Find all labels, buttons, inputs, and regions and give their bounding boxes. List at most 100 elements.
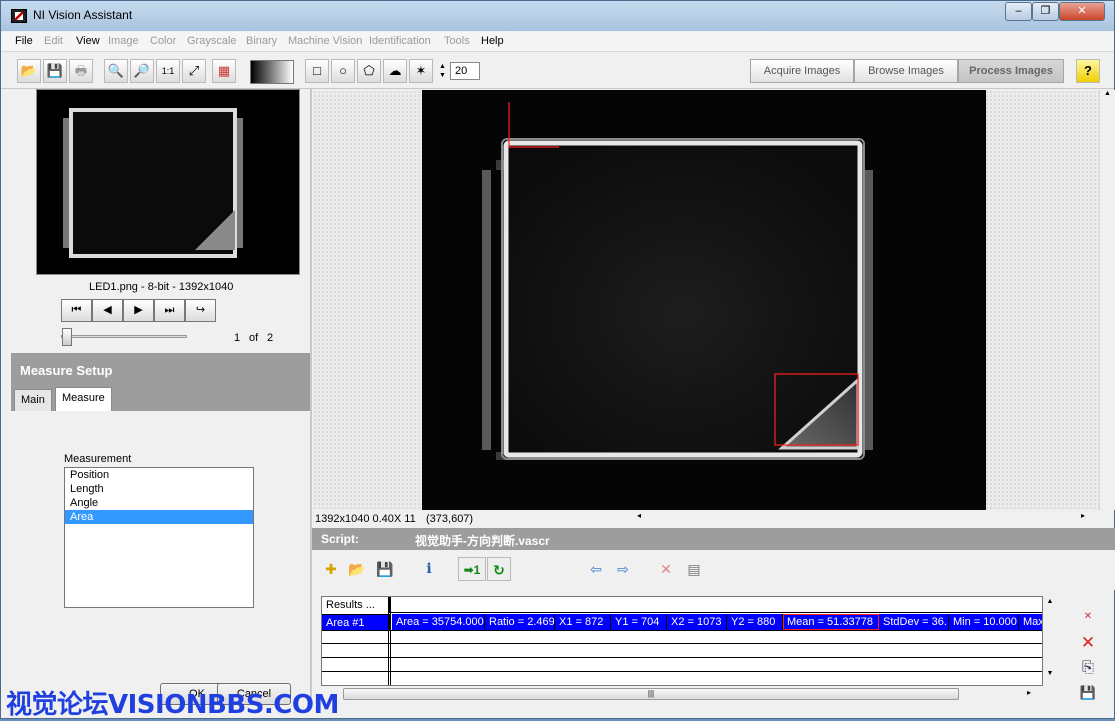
menu-identification[interactable]: Identification <box>369 35 431 47</box>
delete-step-icon[interactable]: ✕ <box>654 557 678 581</box>
cell-ratio[interactable]: Ratio = 2.469 <box>485 614 555 630</box>
step-properties-icon[interactable]: ▤ <box>682 557 706 581</box>
save-results-icon[interactable]: 💾 <box>1078 683 1098 703</box>
save-image-button[interactable]: 💾 <box>43 59 67 83</box>
menu-edit[interactable]: Edit <box>44 35 63 47</box>
list-item-angle[interactable]: Angle <box>65 496 253 510</box>
results-hscroll-right-icon[interactable]: ▸ <box>1027 688 1031 697</box>
menu-binary[interactable]: Binary <box>246 35 277 47</box>
results-table[interactable]: Results ... Area #1 Area = 35754.000 Rat… <box>321 596 1043 686</box>
open-script-icon[interactable]: 📂 <box>345 557 369 581</box>
grid-line <box>322 643 1042 644</box>
script-filename: 视觉助手-方向判断.vascr <box>415 534 550 548</box>
list-item-position[interactable]: Position <box>65 468 253 482</box>
previous-image-button[interactable]: ◀ <box>92 299 123 322</box>
line-width-input[interactable]: 20 <box>450 62 480 80</box>
main-image-view[interactable] <box>422 90 986 510</box>
cell-x2[interactable]: X2 = 1073 <box>667 614 727 630</box>
save-script-icon[interactable]: 💾 <box>373 557 397 581</box>
row-header-divider <box>388 597 391 685</box>
results-vertical-scrollbar[interactable]: ▲ ▼ <box>1043 598 1057 684</box>
hscroll-left-icon[interactable]: ◂ <box>637 511 641 520</box>
panel-divider[interactable] <box>310 89 312 704</box>
freehand-tool-button[interactable]: ☁ <box>383 59 407 83</box>
cell-stddev[interactable]: StdDev = 36. <box>879 614 949 630</box>
measure-setup-title: Measure Setup <box>20 363 113 378</box>
rectangle-tool-button[interactable]: □ <box>305 59 329 83</box>
list-item-area[interactable]: Area <box>65 510 253 524</box>
title-bar: NI Vision Assistant ‒ ❐ ✕ <box>1 1 1114 31</box>
menu-machine-vision[interactable]: Machine Vision <box>288 35 362 47</box>
watermark-text: 视觉论坛VISIONBBS.COM <box>6 690 339 720</box>
menu-tools[interactable]: Tools <box>444 35 470 47</box>
new-script-icon[interactable]: ✚ <box>319 557 343 581</box>
line-width-spinner-icon[interactable]: ▲ ▼ <box>438 62 447 80</box>
browse-images-button[interactable]: Browse Images <box>854 59 958 83</box>
menu-grayscale[interactable]: Grayscale <box>187 35 237 47</box>
scroll-up-icon[interactable]: ▲ <box>1100 90 1115 97</box>
menu-bar: File Edit View Image Color Grayscale Bin… <box>1 32 1114 52</box>
cell-max[interactable]: Max <box>1019 614 1042 630</box>
step-forward-icon[interactable]: ⇨ <box>611 557 635 581</box>
zoom-in-button[interactable]: 🔍 <box>104 59 128 83</box>
last-image-button[interactable]: ⏭ <box>154 299 185 322</box>
maximize-button[interactable]: ❐ <box>1032 2 1059 21</box>
polygon-tool-button[interactable]: ⬠ <box>357 59 381 83</box>
print-button[interactable]: 🖶 <box>69 59 93 83</box>
delete-results-icon[interactable]: ✕ <box>1078 633 1098 653</box>
menu-color[interactable]: Color <box>150 35 176 47</box>
next-image-button[interactable]: ▶ <box>123 299 154 322</box>
results-header: Results ... <box>322 597 390 613</box>
menu-view[interactable]: View <box>76 35 100 47</box>
list-item-length[interactable]: Length <box>65 482 253 496</box>
menu-image[interactable]: Image <box>108 35 139 47</box>
clear-selection-icon[interactable]: ✕ <box>1078 607 1098 627</box>
info-icon[interactable]: i <box>417 557 441 581</box>
menu-help[interactable]: Help <box>481 35 504 47</box>
zoom-out-button[interactable]: 🔎 <box>130 59 154 83</box>
image-thumbnail[interactable] <box>36 89 300 275</box>
cell-y1[interactable]: Y1 = 704 <box>611 614 667 630</box>
help-button[interactable]: ? <box>1076 59 1100 83</box>
process-images-button[interactable]: Process Images <box>958 59 1064 83</box>
results-scroll-up-icon[interactable]: ▲ <box>1043 598 1057 605</box>
results-hscroll-thumb[interactable]: ||| <box>343 688 959 700</box>
image-slider-track[interactable] <box>61 335 187 338</box>
thumbnail-led-image <box>63 108 243 258</box>
step-back-icon[interactable]: ⇦ <box>584 557 608 581</box>
tab-measure[interactable]: Measure <box>55 387 112 411</box>
page-of-label: of <box>249 332 259 344</box>
results-horizontal-scrollbar[interactable]: ||| ▸ <box>323 686 1039 702</box>
menu-file[interactable]: File <box>15 35 33 47</box>
row-label-area-1[interactable]: Area #1 <box>322 614 390 630</box>
zoom-fit-button[interactable]: ⤢ <box>182 59 206 83</box>
cell-area[interactable]: Area = 35754.000 <box>392 614 485 630</box>
return-button[interactable]: ↪ <box>185 299 216 322</box>
acquire-images-button[interactable]: Acquire Images <box>750 59 854 83</box>
open-image-button[interactable]: 📂 <box>17 59 41 83</box>
window-title: NI Vision Assistant <box>33 8 133 22</box>
measurement-list[interactable]: Position Length Angle Area <box>64 467 254 608</box>
oval-tool-button[interactable]: ○ <box>331 59 355 83</box>
image-slider-thumb[interactable] <box>62 328 72 346</box>
copy-results-icon[interactable]: ⎘ <box>1078 658 1098 678</box>
script-toolbar: ✚ 📂 💾 i ➡1 ↻ ⇦ ⇨ ✕ ▤ <box>312 550 1115 590</box>
results-scroll-down-icon[interactable]: ▼ <box>1043 670 1057 677</box>
gradient-swatch[interactable] <box>250 60 294 84</box>
close-button[interactable]: ✕ <box>1059 2 1105 21</box>
cell-y2[interactable]: Y2 = 880 <box>727 614 783 630</box>
hscroll-right-icon[interactable]: ▸ <box>1081 511 1085 520</box>
cell-mean[interactable]: Mean = 51.33778 <box>783 614 879 630</box>
lut-button[interactable]: ▦ <box>212 59 236 83</box>
tab-main[interactable]: Main <box>14 389 52 411</box>
script-bar: Script: 视觉助手-方向判断.vascr <box>312 528 1115 550</box>
zoom-1to1-button[interactable]: 1:1 <box>156 59 180 83</box>
first-image-button[interactable]: ⏮ <box>61 299 92 322</box>
cell-x1[interactable]: X1 = 872 <box>555 614 611 630</box>
cell-min[interactable]: Min = 10.000 <box>949 614 1019 630</box>
run-continuous-icon[interactable]: ↻ <box>487 557 511 581</box>
magic-wand-button[interactable]: ✶ <box>409 59 433 83</box>
canvas-vertical-scrollbar[interactable]: ▲ <box>1099 90 1115 510</box>
minimize-button[interactable]: ‒ <box>1005 2 1032 21</box>
run-once-icon[interactable]: ➡1 <box>458 557 486 581</box>
